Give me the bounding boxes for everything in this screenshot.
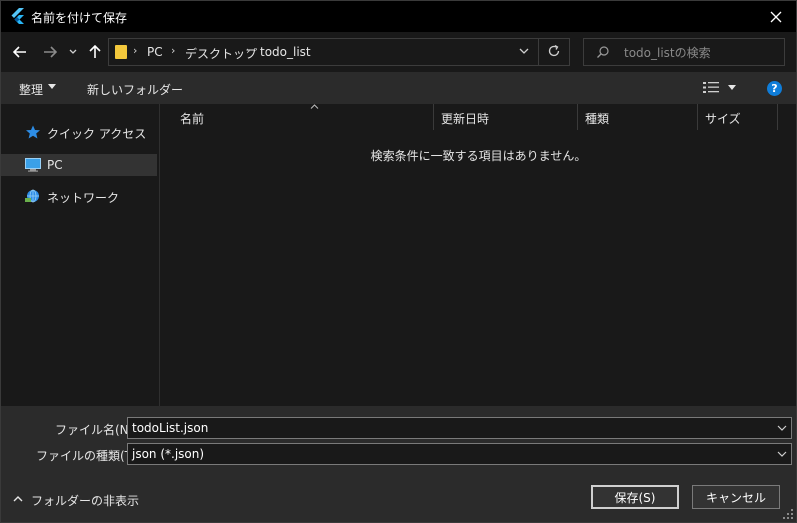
filename-combobox[interactable]: todoList.json (127, 417, 792, 439)
sidebar-item-network[interactable]: ネットワーク (1, 185, 157, 207)
search-input[interactable] (622, 43, 776, 63)
search-icon (597, 46, 609, 58)
column-header-name[interactable]: 名前 (173, 104, 434, 130)
arrow-right-icon (44, 46, 57, 58)
chevron-up-icon (13, 496, 23, 502)
sidebar-item-quick-access[interactable]: クイック アクセス (1, 121, 157, 143)
filetype-select[interactable]: json (*.json) (127, 443, 792, 465)
forward-button[interactable] (39, 40, 61, 64)
pc-icon (25, 158, 41, 172)
refresh-icon (548, 44, 560, 57)
refresh-button[interactable] (547, 44, 561, 61)
hide-folders-label: フォルダーの非表示 (31, 494, 140, 508)
column-header-label: サイズ (705, 112, 741, 126)
arrow-up-icon (89, 45, 101, 58)
column-header-label: 名前 (180, 112, 205, 126)
save-button[interactable]: 保存(S) (591, 485, 679, 509)
folder-icon (115, 45, 127, 59)
organize-button[interactable]: 整理 (19, 81, 43, 98)
new-folder-button[interactable]: 新しいフォルダー (87, 81, 183, 98)
command-toolbar: 整理 新しいフォルダー ? (1, 72, 796, 104)
details-view-icon (703, 82, 719, 93)
recent-locations-button[interactable] (65, 40, 81, 64)
address-history-button[interactable] (519, 44, 529, 61)
help-button[interactable]: ? (767, 81, 782, 96)
save-form: ファイル名(N): todoList.json ファイルの種類(T): json… (1, 406, 796, 522)
up-button[interactable] (85, 40, 105, 64)
caret-down-icon (728, 85, 736, 90)
network-icon (25, 189, 39, 203)
sidebar-item-label: ネットワーク (47, 191, 120, 205)
filename-input[interactable]: todoList.json (132, 421, 208, 435)
close-icon (770, 11, 782, 22)
navigation-bar: › PC › デスクトップ › todo_list (1, 32, 796, 72)
arrow-left-icon (13, 46, 26, 58)
sidebar-item-pc[interactable]: PC (1, 154, 157, 176)
breadcrumb-pc[interactable]: PC (147, 45, 163, 59)
file-list: 名前 更新日時 種類 サイズ 検索条件に一致する項目はありません。 (161, 104, 796, 406)
star-icon (26, 125, 40, 139)
address-bar[interactable]: › PC › デスクトップ › todo_list (108, 38, 570, 66)
column-header-type[interactable]: 種類 (578, 104, 698, 130)
chevron-down-icon[interactable] (777, 423, 787, 433)
column-header-date-modified[interactable]: 更新日時 (434, 104, 578, 130)
cancel-button[interactable]: キャンセル (692, 485, 780, 509)
title-bar: 名前を付けて保存 (1, 1, 796, 32)
filename-label: ファイル名(N): (55, 423, 138, 437)
empty-message: 検索条件に一致する項目はありません。 (370, 149, 587, 163)
navigation-pane: クイック アクセス PC ネットワーク (1, 104, 160, 406)
chevron-down-icon (519, 48, 529, 54)
divider (538, 39, 539, 65)
flutter-app-icon (11, 8, 24, 24)
window-title: 名前を付けて保存 (31, 11, 128, 25)
breadcrumb-separator: › (133, 44, 138, 57)
save-as-dialog: 名前を付けて保存 › PC › デスクトップ › todo_list todo_… (0, 0, 797, 523)
view-options-button[interactable] (701, 80, 741, 96)
resize-grip-icon[interactable] (783, 509, 793, 519)
sidebar-item-label: PC (47, 158, 63, 172)
sort-ascending-icon (310, 102, 319, 112)
sidebar-item-label: クイック アクセス (47, 127, 147, 141)
column-header-size[interactable]: サイズ (698, 104, 778, 130)
column-header-label: 種類 (585, 112, 610, 126)
filetype-label: ファイルの種類(T): (36, 449, 141, 463)
search-box[interactable] (583, 38, 785, 66)
chevron-down-icon (777, 451, 787, 457)
close-button[interactable] (756, 1, 796, 32)
back-button[interactable] (9, 40, 31, 64)
column-header-label: 更新日時 (441, 112, 490, 126)
chevron-down-icon (69, 49, 77, 54)
filetype-value: json (*.json) (132, 447, 205, 461)
breadcrumb-separator: › (171, 44, 176, 57)
breadcrumb-todo-list[interactable]: todo_list (260, 45, 311, 59)
breadcrumb-separator: › (246, 44, 251, 57)
caret-down-icon (48, 84, 56, 89)
